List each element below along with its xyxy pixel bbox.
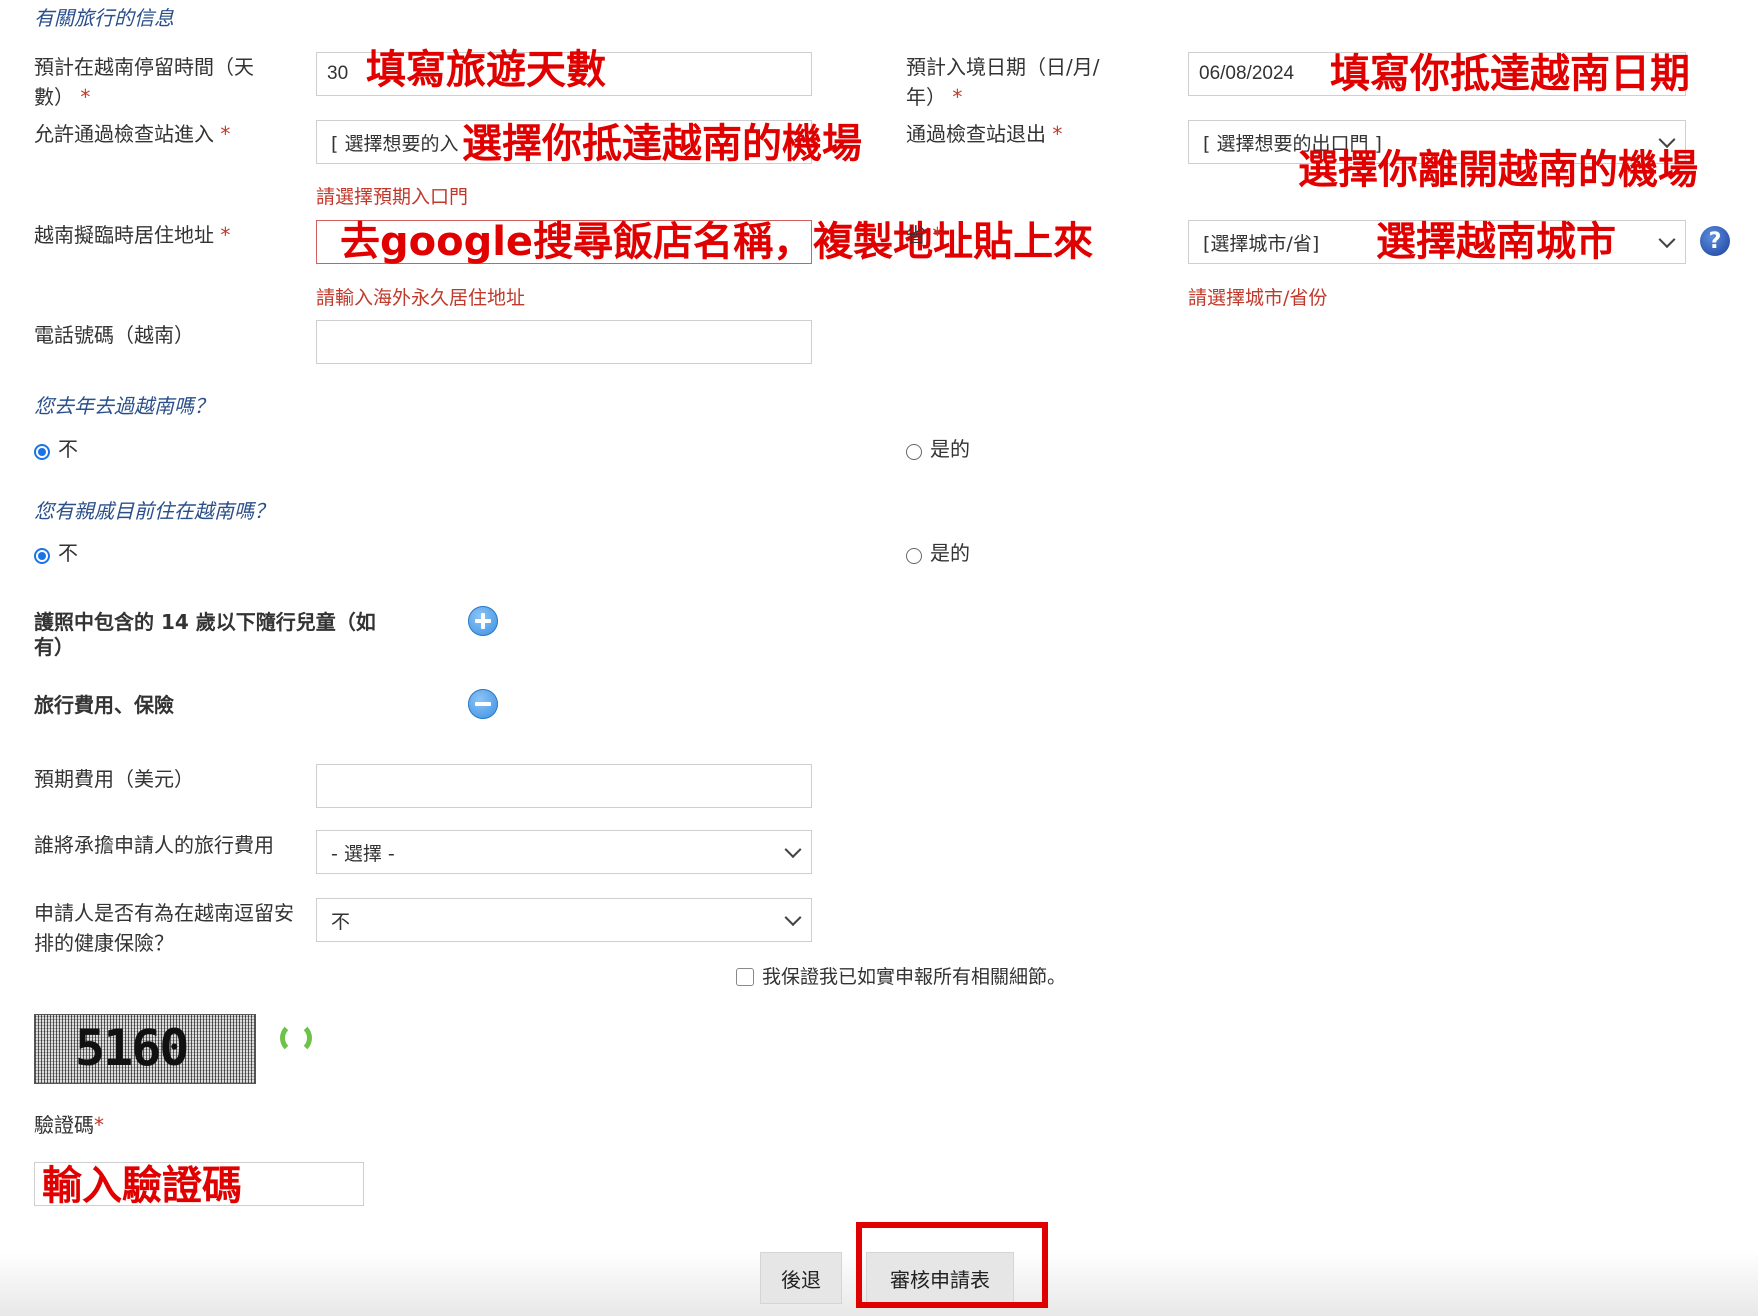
entry-date-value: 06/08/2024 bbox=[1199, 63, 1295, 84]
chevron-down-icon bbox=[784, 909, 802, 927]
collapse-expenses-button[interactable] bbox=[468, 689, 498, 719]
entry-gate-error: 請選擇預期入口門 bbox=[316, 186, 469, 208]
visited-no-radio[interactable] bbox=[34, 444, 50, 460]
visited-yes-label: 是的 bbox=[930, 437, 970, 461]
stay-days-value: 30 bbox=[327, 63, 349, 84]
relatives-no-label: 不 bbox=[58, 541, 78, 565]
stay-days-label: 預計在越南停留時間（天數） * bbox=[34, 55, 254, 109]
exit-gate-label: 通過檢查站退出 * bbox=[906, 122, 1063, 146]
relatives-yes-radio[interactable] bbox=[906, 548, 922, 564]
phone-label: 電話號碼（越南） bbox=[34, 323, 194, 347]
temp-address-label-text: 越南擬臨時居住地址 bbox=[34, 223, 214, 247]
captcha-image-text: 5160 bbox=[75, 1019, 189, 1077]
payer-label: 誰將承擔申請人的旅行費用 bbox=[34, 833, 274, 857]
phone-input[interactable] bbox=[316, 320, 812, 364]
insurance-value: 不 bbox=[331, 910, 351, 933]
highlight-box bbox=[856, 1222, 1048, 1308]
visited-yes-radio[interactable] bbox=[906, 444, 922, 460]
relatives-no-radio[interactable] bbox=[34, 548, 50, 564]
refresh-captcha-icon[interactable] bbox=[280, 1022, 312, 1054]
captcha-label-text: 驗證碼 bbox=[34, 1113, 94, 1137]
declaration-checkbox[interactable] bbox=[736, 968, 754, 986]
declaration-label: 我保證我已如實申報所有相關細節。 bbox=[762, 966, 1067, 988]
captcha-label: 驗證碼* bbox=[34, 1113, 104, 1137]
province-value: [選擇城市/省] bbox=[1203, 232, 1320, 255]
visited-question: 您去年去過越南嗎？ bbox=[34, 394, 214, 418]
annotation-stay-days: 填寫旅遊天數 bbox=[366, 47, 606, 93]
relatives-question: 您有親戚目前住在越南嗎？ bbox=[34, 499, 274, 523]
annotation-captcha: 輸入驗證碼 bbox=[42, 1163, 242, 1209]
add-child-button[interactable] bbox=[468, 606, 498, 636]
entry-date-label: 預計入境日期（日/月/年） * bbox=[906, 55, 1100, 109]
insurance-select[interactable]: 不 bbox=[316, 898, 812, 942]
province-label: 省 * bbox=[906, 223, 943, 247]
province-label-text: 省 bbox=[906, 223, 926, 247]
payer-value: - 選擇 - bbox=[331, 842, 395, 865]
help-icon[interactable]: ? bbox=[1700, 226, 1730, 256]
visited-no-label: 不 bbox=[58, 437, 78, 461]
temp-address-label: 越南擬臨時居住地址 * bbox=[34, 223, 231, 247]
minus-icon bbox=[475, 702, 491, 706]
expected-cost-input[interactable] bbox=[316, 764, 812, 808]
chevron-down-icon bbox=[1658, 131, 1676, 149]
children-label: 護照中包含的 14 歲以下隨行兒童（如有） bbox=[34, 610, 376, 659]
relatives-yes-label: 是的 bbox=[930, 541, 970, 565]
temp-address-error: 請輸入海外永久居住地址 bbox=[316, 287, 526, 309]
exit-gate-label-text: 通過檢查站退出 bbox=[906, 122, 1046, 146]
chevron-down-icon bbox=[1658, 231, 1676, 249]
stay-days-label-text: 預計在越南停留時間（天數） bbox=[34, 55, 254, 109]
section-title-travel: 有關旅行的信息 bbox=[34, 6, 174, 30]
annotation-temp-address: 去google搜尋飯店名稱，複製地址貼上來 bbox=[340, 219, 1094, 265]
entry-date-label-text: 預計入境日期（日/月/年） bbox=[906, 55, 1100, 109]
chevron-down-icon bbox=[784, 841, 802, 859]
annotation-entry-gate: 選擇你抵達越南的機場 bbox=[462, 121, 862, 167]
captcha-image: 5160 bbox=[34, 1014, 256, 1084]
back-button[interactable]: 後退 bbox=[760, 1252, 842, 1304]
payer-select[interactable]: - 選擇 - bbox=[316, 830, 812, 874]
annotation-entry-date: 填寫你抵達越南日期 bbox=[1330, 51, 1690, 97]
insurance-label: 申請人是否有為在越南逗留安排的健康保險？ bbox=[34, 901, 294, 955]
annotation-province: 選擇越南城市 bbox=[1376, 219, 1616, 265]
annotation-exit-gate: 選擇你離開越南的機場 bbox=[1298, 147, 1698, 193]
entry-gate-label-text: 允許通過檢查站進入 bbox=[34, 122, 214, 146]
plus-icon-vertical bbox=[481, 613, 485, 629]
entry-gate-value: [ 選擇想要的入 bbox=[331, 132, 459, 155]
expected-cost-label: 預期費用（美元） bbox=[34, 767, 194, 791]
province-error: 請選擇城市/省份 bbox=[1188, 287, 1328, 309]
entry-gate-label: 允許通過檢查站進入 * bbox=[34, 122, 231, 146]
expenses-section-label: 旅行費用、保險 bbox=[34, 693, 174, 717]
